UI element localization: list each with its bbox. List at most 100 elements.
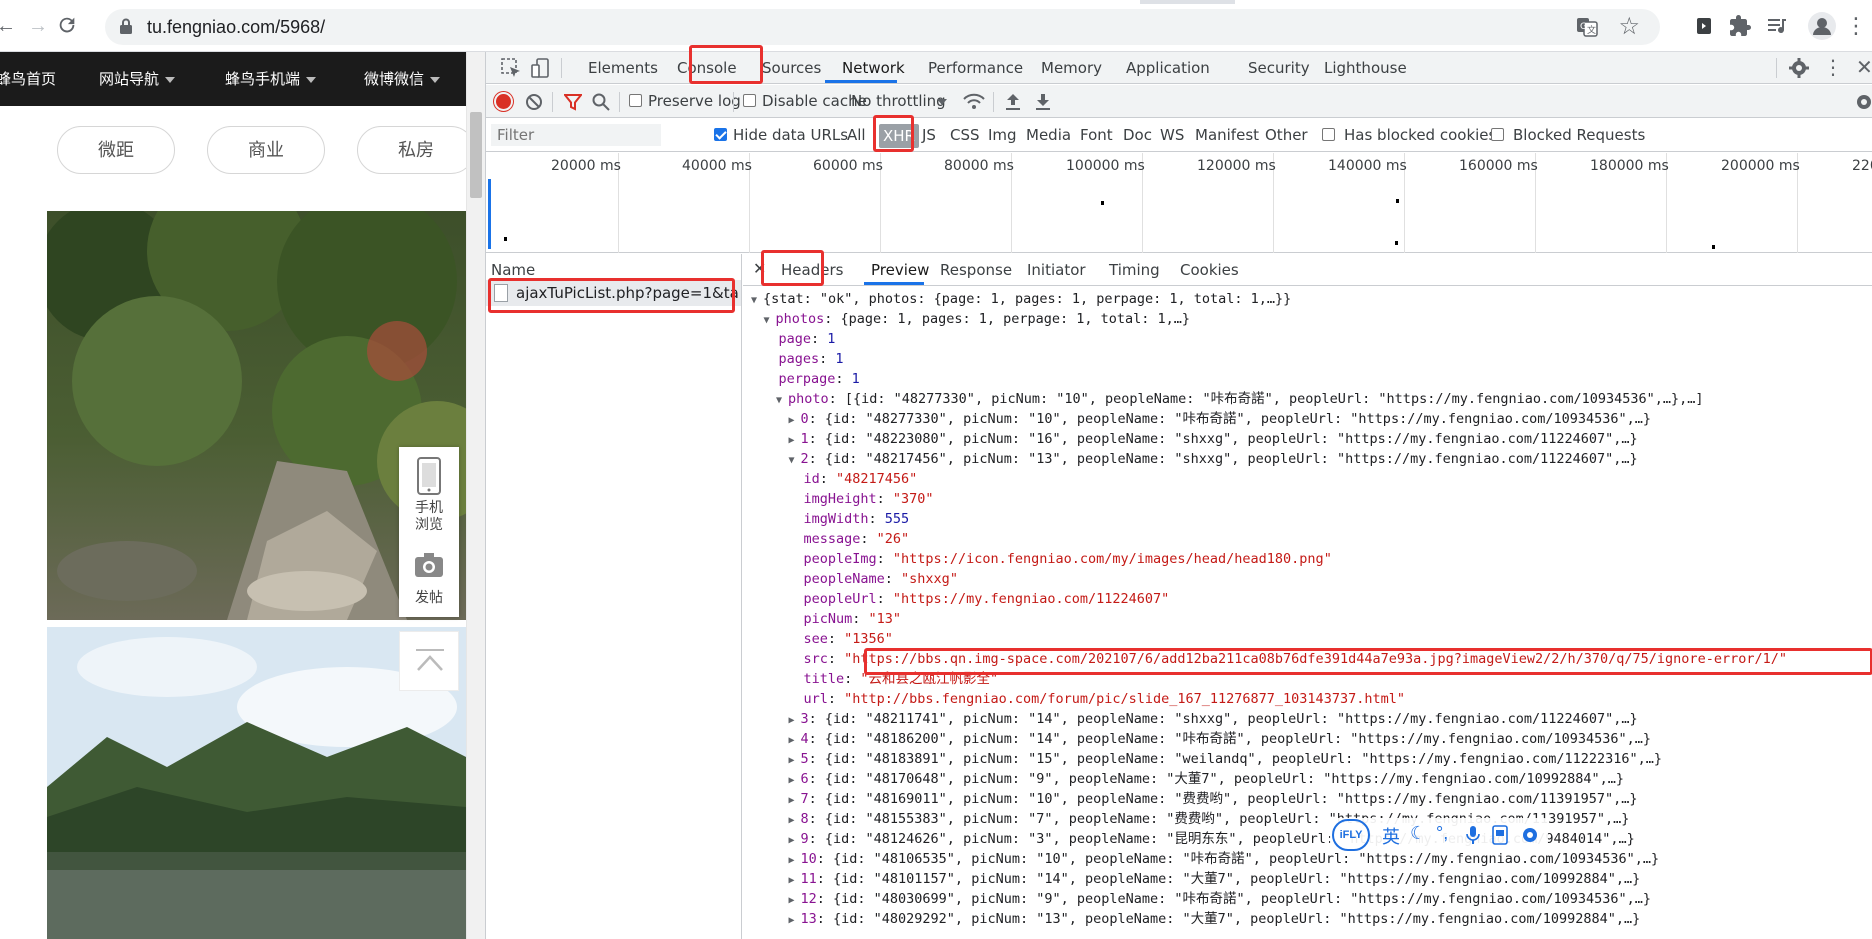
network-settings-icon[interactable]: [1854, 92, 1872, 112]
type-filter-all[interactable]: All: [847, 126, 866, 144]
site-nav-mobile[interactable]: 蜂鸟手机端: [225, 68, 317, 89]
expand-triangle-icon[interactable]: ▶: [789, 751, 801, 771]
disable-cache-checkbox[interactable]: [743, 94, 756, 107]
site-nav-guide[interactable]: 网站导航: [99, 68, 176, 89]
mobile-browse-label-1[interactable]: 手机: [399, 499, 459, 516]
hide-data-urls-checkbox[interactable]: [714, 128, 727, 141]
moon-icon[interactable]: ☾: [1410, 823, 1426, 844]
extension-bookmark-icon[interactable]: [1692, 14, 1716, 38]
collapse-triangle-icon[interactable]: ▼: [751, 291, 763, 311]
ifly-settings-gear-icon[interactable]: [1520, 825, 1540, 845]
punctuation-icon[interactable]: °,: [1436, 823, 1448, 844]
tab-sources[interactable]: Sources: [762, 59, 821, 77]
search-icon[interactable]: [592, 93, 610, 111]
request-list-name-header[interactable]: Name: [491, 261, 535, 279]
import-har-icon[interactable]: [1005, 93, 1021, 111]
tab-memory[interactable]: Memory: [1041, 59, 1102, 77]
type-filter-js[interactable]: JS: [922, 126, 936, 144]
type-filter-ws[interactable]: WS: [1160, 126, 1184, 144]
json-photo-item[interactable]: ▶ 4: {id: "48186200", picNum: "14", peopl…: [789, 729, 1652, 749]
expand-triangle-icon[interactable]: ▶: [789, 891, 801, 911]
scrollbar-thumb[interactable]: [470, 112, 482, 198]
type-filter-manifest[interactable]: Manifest: [1195, 126, 1259, 144]
json-photo-item[interactable]: ▶ 12: {id: "48030699", picNum: "9", peopl…: [789, 889, 1652, 909]
extensions-puzzle-icon[interactable]: [1728, 14, 1752, 38]
expand-triangle-icon[interactable]: ▶: [789, 711, 801, 731]
has-blocked-cookies-checkbox[interactable]: [1322, 128, 1335, 141]
type-filter-img[interactable]: Img: [988, 126, 1017, 144]
inspect-element-icon[interactable]: [500, 57, 522, 79]
expand-triangle-icon[interactable]: ▶: [789, 831, 801, 851]
tab-performance[interactable]: Performance: [928, 59, 1023, 77]
mobile-browse-label-2[interactable]: 浏览: [399, 516, 459, 533]
devtools-menu-icon[interactable]: ⋮: [1823, 55, 1843, 79]
ifly-logo[interactable]: iFLY: [1332, 819, 1370, 851]
tab-lighthouse[interactable]: Lighthouse: [1324, 59, 1407, 77]
ifly-language-toggle[interactable]: 英: [1382, 823, 1400, 849]
expand-triangle-icon[interactable]: ▶: [789, 911, 801, 931]
tab-response[interactable]: Response: [940, 261, 1012, 279]
expand-triangle-icon[interactable]: ▶: [789, 851, 801, 871]
tab-initiator[interactable]: Initiator: [1027, 261, 1086, 279]
collapse-triangle-icon[interactable]: ▼: [776, 391, 788, 411]
blocked-requests-label[interactable]: Blocked Requests: [1513, 126, 1645, 144]
tag-pill-macro[interactable]: 微距: [57, 126, 175, 174]
tab-timing[interactable]: Timing: [1109, 261, 1160, 279]
preserve-log-label[interactable]: Preserve log: [648, 92, 741, 110]
translate-icon[interactable]: G文: [1576, 17, 1598, 37]
close-devtools-icon[interactable]: ✕: [1856, 55, 1872, 79]
json-photo-array[interactable]: ▼ photo: [{id: "48277330", picNum: "10", …: [776, 389, 1704, 409]
page-scrollbar[interactable]: [466, 52, 485, 939]
browser-menu-icon[interactable]: ⋮: [1844, 14, 1868, 38]
blocked-requests-checkbox[interactable]: [1491, 128, 1504, 141]
skin-icon[interactable]: [1492, 825, 1508, 845]
has-blocked-cookies-label[interactable]: Has blocked cookies: [1344, 126, 1496, 144]
collapse-triangle-icon[interactable]: ▼: [764, 311, 776, 331]
expand-triangle-icon[interactable]: ▶: [789, 771, 801, 791]
hide-data-urls-label[interactable]: Hide data URLs: [733, 126, 848, 144]
expand-triangle-icon[interactable]: ▶: [789, 411, 801, 431]
bookmark-star-icon[interactable]: ☆: [1618, 12, 1640, 41]
type-filter-media[interactable]: Media: [1026, 126, 1071, 144]
back-to-top-button[interactable]: [399, 631, 459, 691]
json-photo-item[interactable]: ▶ 11: {id: "48101157", picNum: "14", peop…: [789, 869, 1641, 889]
tab-network[interactable]: Network: [842, 59, 905, 77]
forward-icon[interactable]: →: [26, 14, 50, 38]
device-toolbar-icon[interactable]: [530, 57, 552, 79]
tab-security[interactable]: Security: [1248, 59, 1310, 77]
tab-elements[interactable]: Elements: [588, 59, 658, 77]
tab-preview[interactable]: Preview: [871, 261, 929, 279]
network-overview[interactable]: 20000 ms 40000 ms 60000 ms 80000 ms 1000…: [486, 153, 1872, 253]
media-control-icon[interactable]: [1765, 14, 1789, 38]
json-photo-item[interactable]: ▶ 6: {id: "48170648", picNum: "9", people…: [789, 769, 1625, 789]
site-nav-weibo[interactable]: 微博微信: [364, 68, 441, 89]
clear-icon[interactable]: [525, 93, 543, 111]
filter-input[interactable]: [491, 124, 661, 146]
expand-triangle-icon[interactable]: ▶: [789, 871, 801, 891]
type-filter-doc[interactable]: Doc: [1123, 126, 1152, 144]
json-photo-item[interactable]: ▶ 10: {id: "48106535", picNum: "10", peop…: [789, 849, 1660, 869]
filter-icon[interactable]: [564, 93, 582, 111]
back-icon[interactable]: ←: [0, 14, 18, 38]
expand-triangle-icon[interactable]: ▶: [789, 811, 801, 831]
tag-pill-commercial[interactable]: 商业: [207, 126, 325, 174]
json-photo-item[interactable]: ▶ 7: {id: "48169011", picNum: "10", peopl…: [789, 789, 1638, 809]
tab-application[interactable]: Application: [1126, 59, 1210, 77]
type-filter-font[interactable]: Font: [1080, 126, 1113, 144]
settings-gear-icon[interactable]: [1789, 58, 1809, 78]
expand-triangle-icon[interactable]: ▶: [789, 431, 801, 451]
type-filter-css[interactable]: CSS: [950, 126, 980, 144]
preserve-log-checkbox[interactable]: [629, 94, 642, 107]
json-photo-item[interactable]: ▶ 1: {id: "48223080", picNum: "16", peopl…: [789, 429, 1638, 449]
collapse-triangle-icon[interactable]: ▼: [789, 451, 801, 471]
throttling-select[interactable]: No throttling: [851, 92, 946, 110]
site-nav-home[interactable]: 蜂鸟首页: [0, 68, 56, 89]
json-photo-item[interactable]: ▶ 13: {id: "48029292", picNum: "13", peop…: [789, 909, 1641, 929]
json-root[interactable]: ▼ {stat: "ok", photos: {page: 1, pages: 1…: [751, 289, 1291, 309]
post-label[interactable]: 发帖: [399, 589, 459, 606]
microphone-icon[interactable]: [1465, 825, 1481, 845]
expand-triangle-icon[interactable]: ▶: [789, 791, 801, 811]
json-photo-item[interactable]: ▶ 0: {id: "48277330", picNum: "10", peopl…: [789, 409, 1652, 429]
expand-triangle-icon[interactable]: ▶: [789, 731, 801, 751]
profile-avatar-icon[interactable]: [1807, 11, 1837, 41]
